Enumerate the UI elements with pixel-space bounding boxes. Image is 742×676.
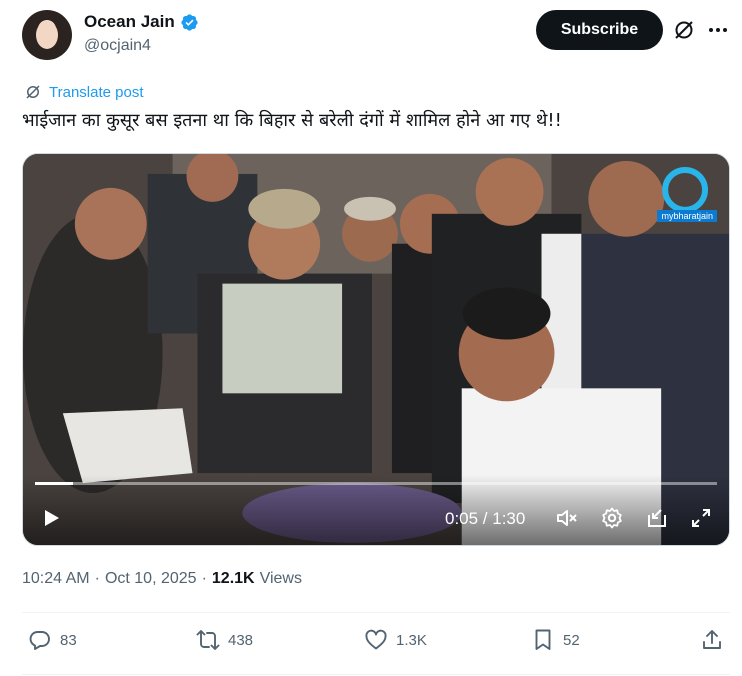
avatar[interactable] bbox=[22, 10, 72, 60]
video-progress-bar[interactable] bbox=[35, 482, 717, 485]
divider-bottom bbox=[22, 674, 730, 675]
repost-count: 438 bbox=[228, 631, 254, 649]
reply-count: 83 bbox=[60, 631, 77, 649]
author-handle[interactable]: @ocjain4 bbox=[84, 37, 151, 55]
meta-separator: · bbox=[94, 570, 100, 587]
video-time: 0:05 / 1:30 bbox=[445, 509, 526, 528]
author-name-row: Ocean Jain bbox=[84, 12, 199, 32]
fullscreen-icon[interactable] bbox=[689, 506, 713, 530]
share-button[interactable] bbox=[700, 628, 724, 652]
channel-watermark: mybharatjain bbox=[657, 210, 717, 222]
like-count: 1.3K bbox=[396, 631, 427, 649]
views-count: 12.1K bbox=[211, 570, 255, 587]
reply-button[interactable]: 83 bbox=[28, 628, 77, 652]
grok-translate-icon bbox=[26, 85, 40, 99]
post-header: Ocean Jain @ocjain4 Subscribe bbox=[0, 0, 742, 76]
reply-icon bbox=[29, 631, 50, 650]
views-label: Views bbox=[259, 570, 302, 587]
mute-icon[interactable] bbox=[555, 506, 579, 530]
settings-gear-icon[interactable] bbox=[600, 506, 624, 530]
action-bar: 83 438 1.3K 52 bbox=[0, 612, 742, 674]
author-display-name[interactable]: Ocean Jain bbox=[84, 12, 175, 32]
repost-button[interactable]: 438 bbox=[196, 628, 253, 652]
repost-icon bbox=[196, 630, 220, 650]
post-time[interactable]: 10:24 AM bbox=[22, 570, 90, 588]
more-icon[interactable] bbox=[706, 18, 730, 42]
play-icon[interactable] bbox=[39, 506, 63, 530]
avatar-face bbox=[36, 21, 58, 49]
bookmark-count: 52 bbox=[563, 631, 580, 649]
picture-in-picture-icon[interactable] bbox=[645, 506, 669, 530]
translate-post-label: Translate post bbox=[49, 83, 144, 101]
translate-post-link[interactable]: Translate post bbox=[24, 83, 144, 101]
subscribe-button[interactable]: Subscribe bbox=[536, 10, 663, 50]
meta-separator-2: · bbox=[201, 570, 207, 587]
bookmark-icon bbox=[535, 629, 551, 650]
post-meta: 10:24 AM · Oct 10, 2025 · 12.1K Views bbox=[22, 570, 302, 588]
grok-icon[interactable] bbox=[672, 18, 696, 42]
video-progress-fill bbox=[35, 482, 74, 485]
post-date[interactable]: Oct 10, 2025 bbox=[105, 570, 197, 588]
share-icon bbox=[703, 630, 721, 649]
post-text: भाईजान का कुसूर बस इतना था कि बिहार से ब… bbox=[22, 110, 562, 131]
like-button[interactable]: 1.3K bbox=[364, 628, 427, 652]
bookmark-button[interactable]: 52 bbox=[531, 628, 580, 652]
verified-badge-icon[interactable] bbox=[180, 13, 199, 32]
video-player[interactable]: mybharatjain 0:05 / 1:30 bbox=[22, 153, 730, 546]
heart-icon bbox=[365, 629, 387, 650]
